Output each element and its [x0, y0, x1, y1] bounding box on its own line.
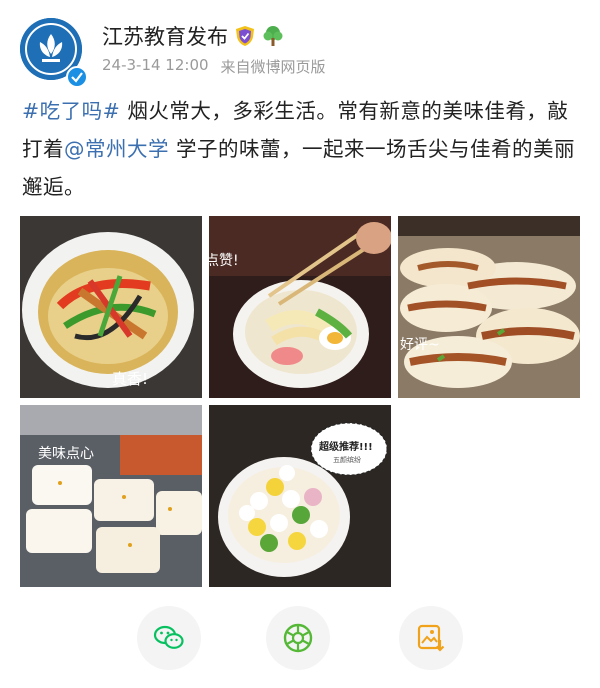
photo-stuffed-buns[interactable]: 好评~: [398, 216, 580, 398]
photo-noodles-peppers[interactable]: 真香!: [20, 216, 202, 398]
author-name[interactable]: 江苏教育发布: [102, 21, 228, 51]
sticker-text: 美味点心: [38, 446, 94, 462]
post-source: 来自微博网页版: [220, 58, 326, 76]
sticker-text: 超级推荐!!!: [319, 442, 373, 453]
post-date: 24-3-14 12:00: [102, 56, 209, 74]
photo-noodle-soup[interactable]: 点赞!: [209, 216, 391, 398]
post-body: #吃了吗# 烟火常大，多彩生活。常有新意的美味佳肴，敲打着@常州大学 学子的味蕾…: [22, 92, 578, 206]
share-actions: [0, 606, 600, 672]
share-wechat-button[interactable]: [137, 606, 201, 670]
mention-link[interactable]: @常州大学: [64, 137, 169, 161]
wechat-icon: [153, 625, 184, 649]
save-image-icon: [417, 624, 445, 652]
shield-badge-icon: [234, 25, 256, 47]
hashtag-link[interactable]: #吃了吗#: [22, 99, 120, 123]
moments-icon: [283, 623, 313, 653]
tree-badge-icon: [262, 25, 284, 47]
sticker-subtext: 五颜缤纷: [333, 456, 361, 464]
photo-dim-sum[interactable]: 美味点心: [20, 405, 202, 587]
avatar[interactable]: [20, 18, 88, 88]
sticker-text: 点赞!: [209, 253, 239, 269]
photo-glutinous-rice-balls[interactable]: 超级推荐!!! 五颜缤纷: [209, 405, 391, 587]
share-moments-button[interactable]: [266, 606, 330, 670]
save-image-button[interactable]: [399, 606, 463, 670]
sticker-text: 真香!: [112, 370, 149, 388]
sticker-text: 好评~: [400, 337, 440, 353]
post-header: 江苏教育发布 24-3-14 12:00 来自微博网页版: [20, 14, 580, 88]
verified-icon: [66, 66, 88, 88]
